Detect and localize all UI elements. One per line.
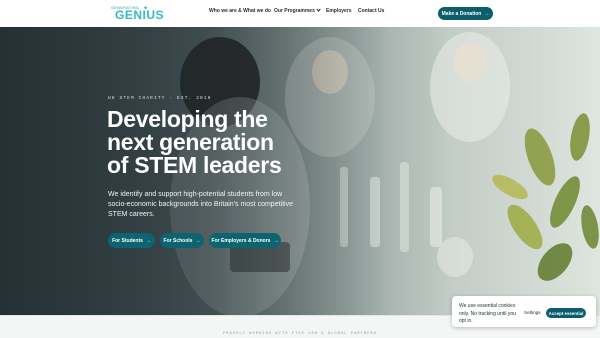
nav-link-employers[interactable]: Employers: [326, 8, 352, 14]
arrow-right-icon: →: [273, 237, 279, 244]
hero-subtext: We identify and support high-potential s…: [108, 191, 293, 218]
cookie-text: We use essential cookies only. No tracki…: [459, 303, 516, 324]
donate-button-label: Make a Donation: [441, 10, 482, 17]
for-schools-label: For Schools: [163, 237, 193, 244]
nav-link-contact[interactable]: Contact Us: [358, 8, 384, 14]
nav-link-who-we-are[interactable]: Who we are & What we do: [209, 8, 271, 14]
hero-headline: Developing the next generation of STEM l…: [107, 108, 347, 177]
for-employers-donors-button[interactable]: For Employers & Donors →: [209, 233, 281, 248]
headline-line-3: of STEM leaders: [107, 152, 282, 178]
hero-eyebrow: UK STEM CHARITY · EST. 2016: [108, 96, 212, 101]
cookie-settings-button[interactable]: Settings: [524, 310, 541, 315]
arrow-right-icon: →: [145, 237, 151, 244]
for-students-label: For Students: [112, 237, 143, 244]
headline-line-2: next generation: [107, 129, 274, 155]
arrow-right-icon: →: [484, 10, 490, 17]
nav-link-programmes[interactable]: Our Programmes: [274, 7, 321, 14]
arrow-right-icon: →: [195, 237, 201, 244]
top-nav: GENERATING GENIUS ✦ Who we are & What we…: [0, 0, 600, 27]
logo-big-text: GENIUS: [115, 8, 165, 22]
for-schools-button[interactable]: For Schools →: [160, 233, 204, 248]
nav-link-programmes-label: Our Programmes: [274, 8, 315, 14]
for-employers-donors-label: For Employers & Donors: [211, 237, 271, 244]
headline-line-1: Developing the: [107, 106, 268, 132]
for-students-button[interactable]: For Students →: [108, 233, 155, 248]
chevron-down-icon: [316, 7, 321, 12]
partners-text: PROUDLY WORKING WITH FTSE 100 & GLOBAL P…: [222, 332, 378, 336]
cookie-accept-button[interactable]: Accept essential: [546, 308, 586, 318]
generating-genius-logo[interactable]: GENERATING GENIUS ✦: [109, 5, 164, 22]
donate-button[interactable]: Make a Donation →: [438, 7, 493, 20]
star-icon: ✦: [143, 6, 149, 12]
